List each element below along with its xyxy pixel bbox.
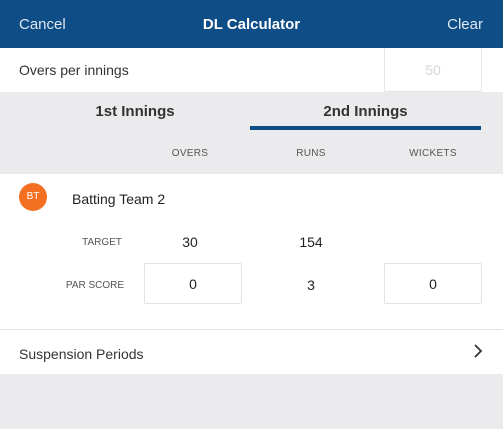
team-card: BT Batting Team 2 TARGET 30 154 PAR SCOR… (0, 174, 503, 329)
column-header-runs: RUNS (296, 148, 326, 159)
overs-per-innings-input[interactable]: 50 (384, 48, 482, 92)
clear-button[interactable]: Clear (447, 16, 483, 33)
app-header: Cancel DL Calculator Clear (0, 0, 503, 48)
column-headers: OVERS RUNS WICKETS (0, 132, 503, 174)
par-score-label: PAR SCORE (65, 280, 125, 291)
suspension-periods-label: Suspension Periods (19, 346, 144, 362)
par-score-runs: 3 (307, 277, 315, 293)
tab-2nd-innings[interactable]: 2nd Innings (250, 103, 481, 120)
overs-per-innings-label: Overs per innings (19, 62, 129, 78)
target-runs: 154 (299, 234, 323, 250)
chevron-right-icon (474, 344, 483, 358)
tab-1st-innings[interactable]: 1st Innings (20, 103, 250, 120)
column-header-wickets: WICKETS (409, 148, 457, 159)
par-score-wickets-input[interactable]: 0 (384, 263, 482, 304)
overs-per-innings-row: Overs per innings 50 (0, 48, 503, 92)
suspension-periods-row[interactable]: Suspension Periods (0, 330, 503, 374)
target-label: TARGET (82, 237, 122, 248)
active-tab-indicator (250, 126, 481, 130)
page-title: DL Calculator (202, 16, 301, 33)
column-header-overs: OVERS (171, 148, 209, 159)
team-name: Batting Team 2 (72, 191, 166, 207)
target-overs: 30 (182, 234, 198, 250)
par-score-overs-input[interactable]: 0 (144, 263, 242, 304)
team-avatar: BT (19, 183, 47, 211)
